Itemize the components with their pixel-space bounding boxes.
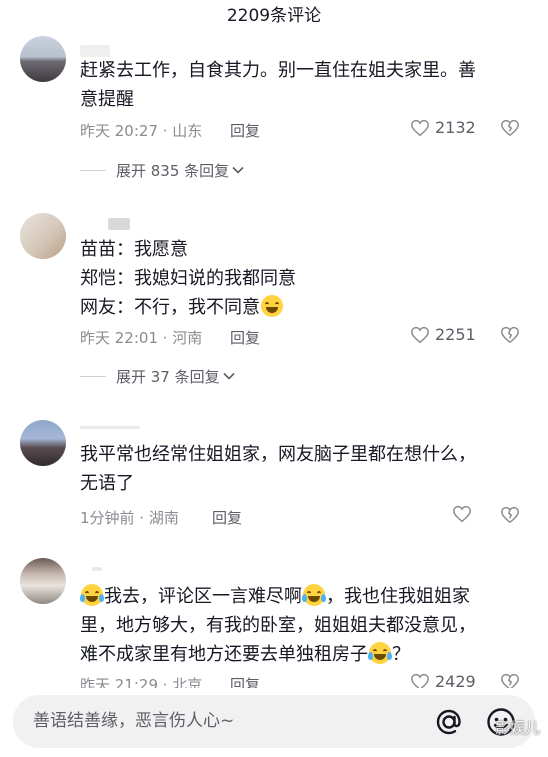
avatar[interactable] [20,558,66,604]
broken-heart-icon [501,326,519,343]
comment-line-text: 网友：不行，我不同意 [80,297,260,318]
comment-time-location: 昨天 22:01 · 河南 [80,329,203,347]
comment-text: 我平常也经常住姐姐家，网友脑子里都在想什么， 无语了 [80,440,520,498]
comment-text: 赶紧去工作，自食其力。别一直住在姐夫家里。善 意提醒 [80,56,520,114]
broken-heart-icon [501,119,519,136]
reply-button[interactable]: 回复 [212,507,242,528]
comment-line: 网友：不行，我不同意 [80,293,520,322]
comment-line: 意提醒 [80,89,134,110]
avatar[interactable] [20,420,66,466]
reply-button[interactable]: 回复 [230,327,260,348]
comment-line-text: ？ [392,644,410,665]
comment-line: 赶紧去工作，自食其力。别一直住在姐夫家里。善 [80,60,476,81]
avatar[interactable] [20,213,66,259]
divider [80,375,106,377]
like-button[interactable]: 2132 [410,118,476,137]
like-button[interactable] [452,505,472,523]
username[interactable] [80,556,160,571]
comment-meta: 昨天 22:01 · 河南 回复 2251 [80,325,530,348]
divider [80,169,106,171]
heart-outline-icon [411,326,429,343]
at-sign-icon[interactable] [433,706,465,738]
comment-text: 苗苗：我愿意 郑恺：我媳妇说的我都同意 网友：不行，我不同意 [80,235,520,322]
dislike-button[interactable] [500,326,520,348]
comment-input-bar: 善语结善缘，恶言伤人心~ 影娱儿 [0,688,548,757]
comment-input[interactable]: 善语结善缘，恶言伤人心~ [13,695,535,748]
comment-line: 我去，评论区一言难尽啊 ，我也住我姐姐家 [80,582,520,611]
comment-meta: 1分钟前 · 湖南 回复 [80,505,530,528]
username[interactable] [80,215,160,230]
comment-line-text: 我去，评论区一言难尽啊 [104,586,302,607]
dislike-button[interactable] [500,506,520,528]
comment-line: 我平常也经常住姐姐家，网友脑子里都在想什么， [80,444,476,465]
comment-line-text: 难不成家里有地方还要去单独租房子 [80,644,368,665]
comment-line: 难不成家里有地方还要去单独租房子 ？ [80,640,520,669]
like-count: 2132 [435,118,476,137]
reply-button[interactable]: 回复 [230,120,260,141]
expand-replies-button[interactable]: 展开 835 条回复 [80,160,244,180]
comment-line-text: ，我也住我姐姐家 [326,586,470,607]
comment-meta: 昨天 20:27 · 山东 回复 2132 [80,118,530,141]
like-count: 2251 [435,325,476,344]
heart-outline-icon [453,505,471,523]
chevron-down-icon [223,372,235,380]
heart-outline-icon [411,119,429,136]
comments-header: 2209条评论 [0,0,548,32]
avatar[interactable] [20,36,66,82]
expand-replies-button[interactable]: 展开 37 条回复 [80,366,235,386]
comment-text: 我去，评论区一言难尽啊 ，我也住我姐姐家 里，地方够大，有我的卧室，姐姐姐夫都没意… [80,582,520,669]
comment-line: 郑恺：我媳妇说的我都同意 [80,268,296,289]
comment-line: 无语了 [80,473,134,494]
comment-time-location: 昨天 20:27 · 山东 [80,122,203,140]
like-button[interactable]: 2251 [410,325,476,344]
dislike-button[interactable] [500,119,520,141]
chevron-down-icon [232,166,244,174]
username[interactable] [80,42,160,57]
comment-time-location: 1分钟前 · 湖南 [80,509,179,527]
comment-count-title: 2209条评论 [226,6,322,26]
laugh-cry-emoji-icon [80,584,104,606]
rolling-laugh-emoji-icon [302,584,326,606]
comment-line: 苗苗：我愿意 [80,239,188,260]
broken-heart-icon [501,506,519,523]
expand-replies-label: 展开 835 条回复 [116,161,230,180]
watermark: 影娱儿 [494,719,540,737]
username[interactable] [80,414,160,429]
grin-sweat-emoji-icon [261,295,283,317]
comment-line: 里，地方够大，有我的卧室，姐姐姐夫都没意见， [80,615,476,636]
laugh-cry-emoji-icon [368,642,392,664]
expand-replies-label: 展开 37 条回复 [116,367,220,386]
comment-input-placeholder: 善语结善缘，恶言伤人心~ [33,711,235,731]
